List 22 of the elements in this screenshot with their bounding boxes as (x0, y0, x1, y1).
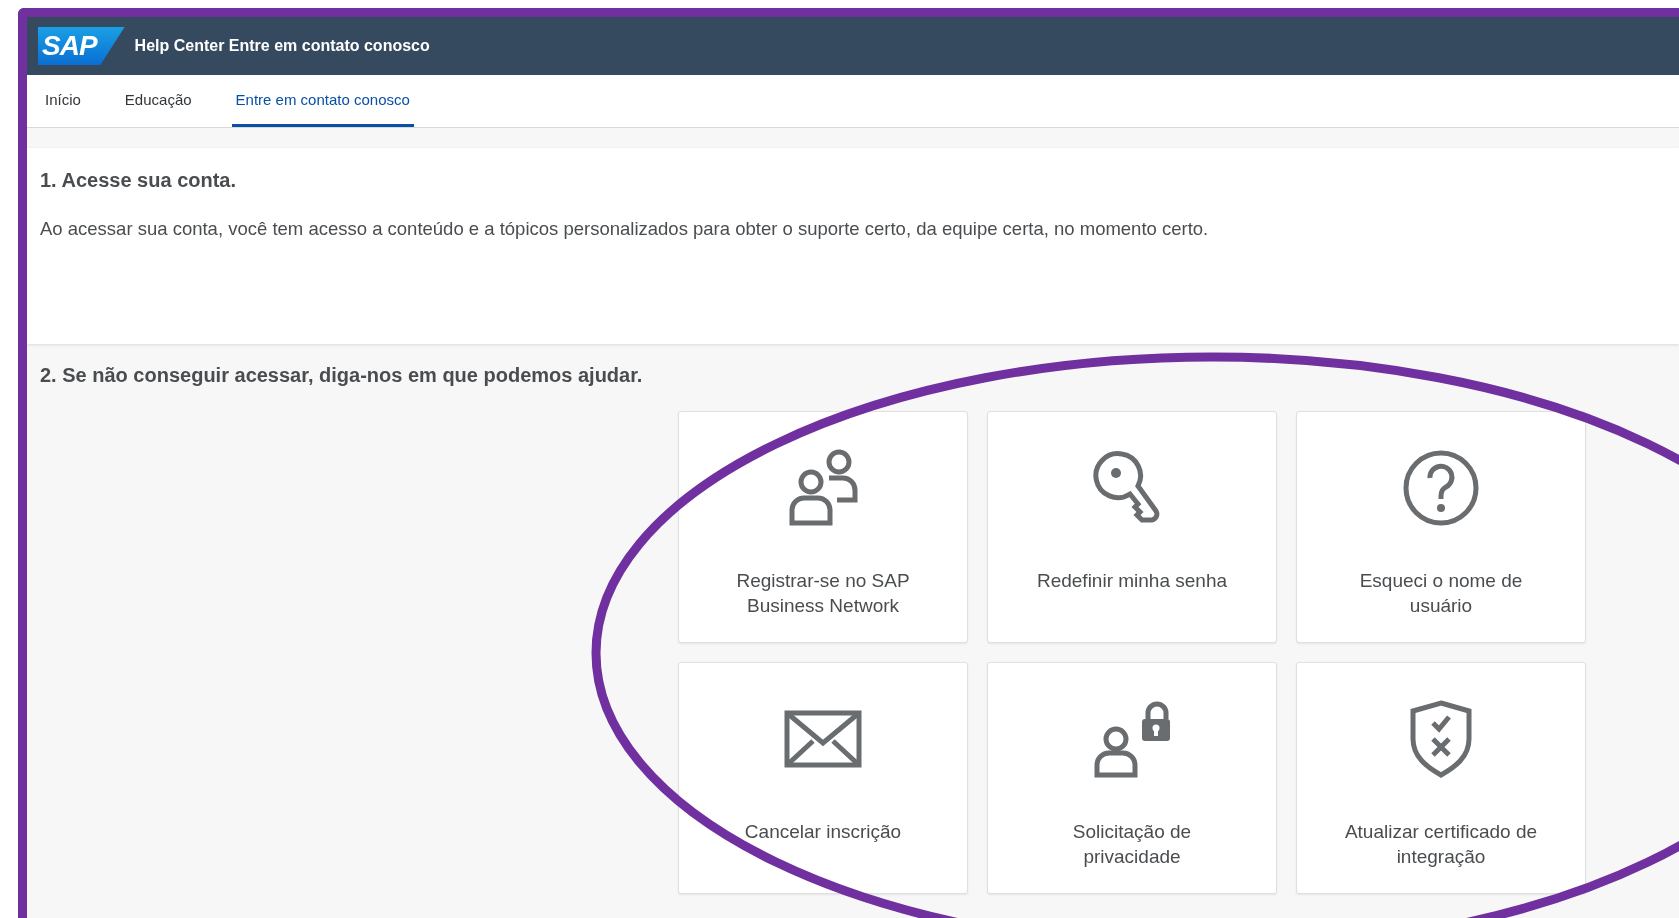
section-heading: 2. Se não conseguir acessar, diga-nos em que podemos ajudar. (40, 364, 644, 387)
help-card[interactable]: Registrar-se no SAP Business Network (678, 411, 968, 643)
card-label: Cancelar inscrição (744, 820, 902, 844)
help-icon (1401, 448, 1481, 528)
help-card[interactable]: Atualizar certificado de integração (1296, 662, 1586, 894)
section-text: Ao acessar sua conta, você tem acesso a conteúdo e a tópicos personalizados para obter o suporte certo, da equipe certa, no momento certo. (40, 218, 1210, 240)
card-label: Solicitação de privacidade (1071, 820, 1193, 869)
help-card[interactable]: Solicitação de privacidade (987, 662, 1277, 894)
help-card[interactable]: Redefinir minha senha (987, 411, 1277, 643)
card-label: Esqueci o nome de usuário (1358, 569, 1524, 618)
sap-logo: SAP (38, 27, 125, 65)
section-heading: 1. Acesse sua conta. (40, 169, 238, 192)
tab[interactable]: Entre em contato conosco (231, 75, 414, 127)
card-label: Atualizar certificado de integração (1343, 820, 1539, 869)
card-label: Redefinir minha senha (1036, 569, 1228, 593)
tab[interactable]: Início (41, 75, 85, 127)
user-lock-icon (1092, 699, 1172, 779)
help-card[interactable]: Cancelar inscrição (678, 662, 968, 894)
help-card[interactable]: Esqueci o nome de usuário (1296, 411, 1586, 643)
header-title: Help Center Entre em contato conosco (134, 37, 430, 55)
tab[interactable]: Educação (120, 75, 196, 127)
card-label: Registrar-se no SAP Business Network (735, 569, 911, 618)
